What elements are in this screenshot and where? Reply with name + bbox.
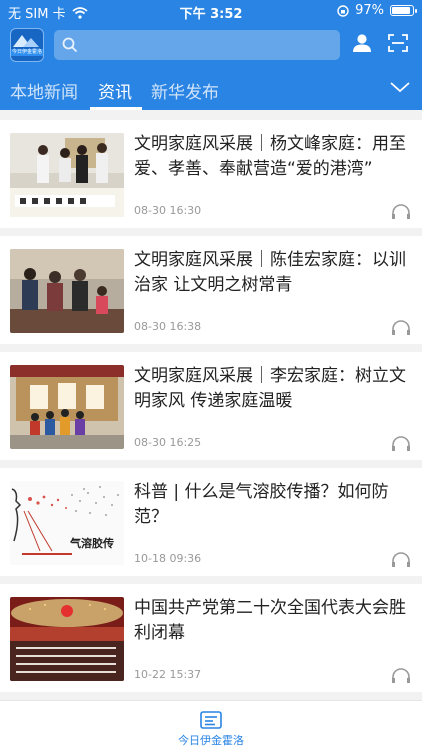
news-time: 10-22 15:37	[134, 668, 202, 681]
app-logo[interactable]: 今日伊金霍洛	[10, 28, 44, 62]
news-thumbnail	[10, 249, 124, 333]
app-header: 无 SIM 卡 下午 3:52 97% 今日伊金霍洛 本地新闻 资讯 新华发布	[0, 0, 422, 110]
news-time: 08-30 16:25	[134, 436, 202, 449]
headphones-icon[interactable]	[391, 668, 411, 684]
news-title: 科普 | 什么是气溶胶传播？如何防范？	[134, 482, 389, 527]
headphones-icon[interactable]	[391, 204, 411, 220]
headphones-icon[interactable]	[391, 436, 411, 452]
battery-icon	[390, 5, 417, 16]
news-time: 08-30 16:30	[134, 204, 202, 217]
scan-icon[interactable]	[388, 34, 408, 52]
news-item[interactable]: 文明家庭风采展｜李宏家庭：树立文明家风 传递家庭温暖 08-30 16:25	[0, 352, 422, 460]
search-input[interactable]	[54, 30, 340, 60]
search-icon	[62, 37, 78, 53]
news-item[interactable]: 文明家庭风采展｜陈佳宏家庭：以训治家 让文明之树常青 08-30 16:38	[0, 236, 422, 344]
news-item[interactable]: 中国共产党第二十次全国代表大会胜利闭幕 10-22 15:37	[0, 584, 422, 692]
news-item[interactable]: 气溶胶传 科普 | 什么是气溶胶传播？如何防范？ 10-18 09:36	[0, 468, 422, 576]
user-icon[interactable]	[352, 33, 372, 53]
logo-text: 今日伊金霍洛	[11, 49, 42, 55]
tab-home-label[interactable]: 今日伊金霍洛	[0, 732, 422, 748]
news-item[interactable]: 文明家庭风采展｜杨文峰家庭：用至爱、孝善、奉献营造“爱的港湾” 08-30 16…	[0, 120, 422, 228]
news-title: 中国共产党第二十次全国代表大会胜利闭幕	[134, 598, 406, 643]
news-title: 文明家庭风采展｜陈佳宏家庭：以训治家 让文明之树常青	[134, 250, 406, 295]
news-icon[interactable]	[200, 711, 222, 729]
battery-percent: 97%	[355, 3, 384, 18]
status-bar: 无 SIM 卡 下午 3:52 97%	[0, 0, 422, 22]
news-thumbnail	[10, 133, 124, 217]
news-thumbnail	[10, 365, 124, 449]
news-title: 文明家庭风采展｜李宏家庭：树立文明家风 传递家庭温暖	[134, 366, 406, 411]
tab-info[interactable]: 资讯	[98, 78, 132, 103]
news-title: 文明家庭风采展｜杨文峰家庭：用至爱、孝善、奉献营造“爱的港湾”	[134, 134, 406, 179]
rotation-lock-icon	[337, 4, 349, 17]
tab-local-news[interactable]: 本地新闻	[10, 78, 78, 103]
news-thumbnail: 气溶胶传	[10, 481, 124, 565]
category-tabs: 本地新闻 资讯 新华发布	[0, 74, 422, 110]
news-feed: 文明家庭风采展｜杨文峰家庭：用至爱、孝善、奉献营造“爱的港湾” 08-30 16…	[0, 110, 422, 700]
tab-xinhua[interactable]: 新华发布	[151, 78, 219, 103]
news-thumbnail	[10, 597, 124, 681]
news-time: 08-30 16:38	[134, 320, 202, 333]
thumb-caption: 气溶胶传	[69, 536, 114, 550]
chevron-down-icon[interactable]	[389, 80, 411, 94]
bottom-tab-bar: 今日伊金霍洛	[0, 700, 422, 750]
battery-level	[392, 7, 410, 14]
headphones-icon[interactable]	[391, 320, 411, 336]
headphones-icon[interactable]	[391, 552, 411, 568]
news-time: 10-18 09:36	[134, 552, 202, 565]
